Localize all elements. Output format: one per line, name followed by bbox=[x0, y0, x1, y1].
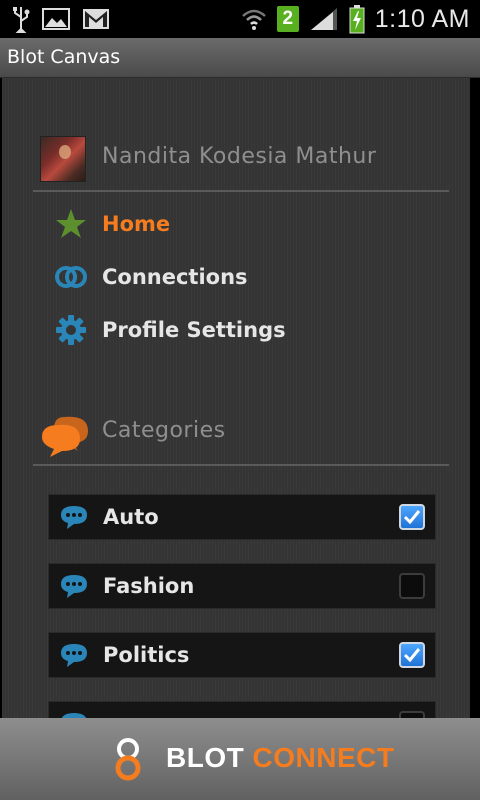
nav-item-home[interactable]: Home bbox=[54, 204, 434, 244]
brand-blot: BLOT bbox=[166, 742, 245, 773]
categories-header: Categories bbox=[102, 418, 226, 443]
status-bar: 2 1:10 AM bbox=[0, 0, 480, 38]
wifi-icon bbox=[241, 9, 266, 30]
category-row-politics[interactable]: Politics bbox=[48, 632, 436, 678]
star-icon bbox=[54, 207, 88, 241]
nav-item-label: Home bbox=[102, 212, 171, 236]
profile-avatar[interactable] bbox=[40, 136, 86, 182]
main-content: Nandita Kodesia Mathur Home Connections bbox=[0, 78, 480, 718]
nav-item-label: Profile Settings bbox=[102, 318, 286, 342]
brand-text: BLOT CONNECT bbox=[166, 742, 394, 774]
category-checkbox[interactable] bbox=[399, 642, 425, 668]
gear-icon bbox=[54, 313, 88, 347]
speech-bubble-icon bbox=[59, 642, 89, 668]
category-checkbox[interactable] bbox=[399, 573, 425, 599]
divider bbox=[33, 190, 449, 192]
speech-bubble-icon bbox=[59, 504, 89, 530]
category-label: Fashion bbox=[103, 574, 195, 598]
chat-bubbles-icon bbox=[40, 413, 92, 457]
category-row-partial[interactable] bbox=[48, 701, 436, 718]
category-row-fashion[interactable]: Fashion bbox=[48, 563, 436, 609]
gmail-icon bbox=[83, 9, 109, 29]
category-label: Politics bbox=[103, 643, 190, 667]
footer-banner: BLOT CONNECT bbox=[0, 718, 480, 800]
check-icon bbox=[403, 510, 421, 525]
image-icon bbox=[42, 8, 70, 30]
brand-connect: CONNECT bbox=[252, 742, 395, 773]
speech-bubble-icon bbox=[59, 711, 89, 718]
check-icon bbox=[403, 648, 421, 663]
battery-charging-icon bbox=[349, 5, 365, 34]
nav-item-profile-settings[interactable]: Profile Settings bbox=[54, 310, 434, 350]
nav-item-label: Connections bbox=[102, 265, 248, 289]
divider bbox=[33, 464, 449, 466]
category-checkbox[interactable] bbox=[399, 504, 425, 530]
notification-icons bbox=[12, 4, 110, 34]
category-row-auto[interactable]: Auto bbox=[48, 494, 436, 540]
profile-name[interactable]: Nandita Kodesia Mathur bbox=[102, 144, 376, 169]
title-bar: Blot Canvas bbox=[0, 38, 480, 78]
notification-count-badge: 2 bbox=[276, 6, 299, 32]
status-time: 1:10 AM bbox=[374, 4, 470, 33]
signal-icon bbox=[310, 8, 337, 30]
connections-icon bbox=[54, 260, 88, 294]
nav-item-connections[interactable]: Connections bbox=[54, 257, 434, 297]
blot-connect-logo-icon bbox=[115, 738, 141, 781]
navigation-drawer[interactable]: Nandita Kodesia Mathur Home Connections bbox=[2, 78, 470, 718]
app-title: Blot Canvas bbox=[7, 46, 121, 68]
category-checkbox[interactable] bbox=[399, 711, 425, 718]
speech-bubble-icon bbox=[59, 573, 89, 599]
category-label: Auto bbox=[103, 505, 159, 529]
usb-icon bbox=[13, 7, 30, 33]
